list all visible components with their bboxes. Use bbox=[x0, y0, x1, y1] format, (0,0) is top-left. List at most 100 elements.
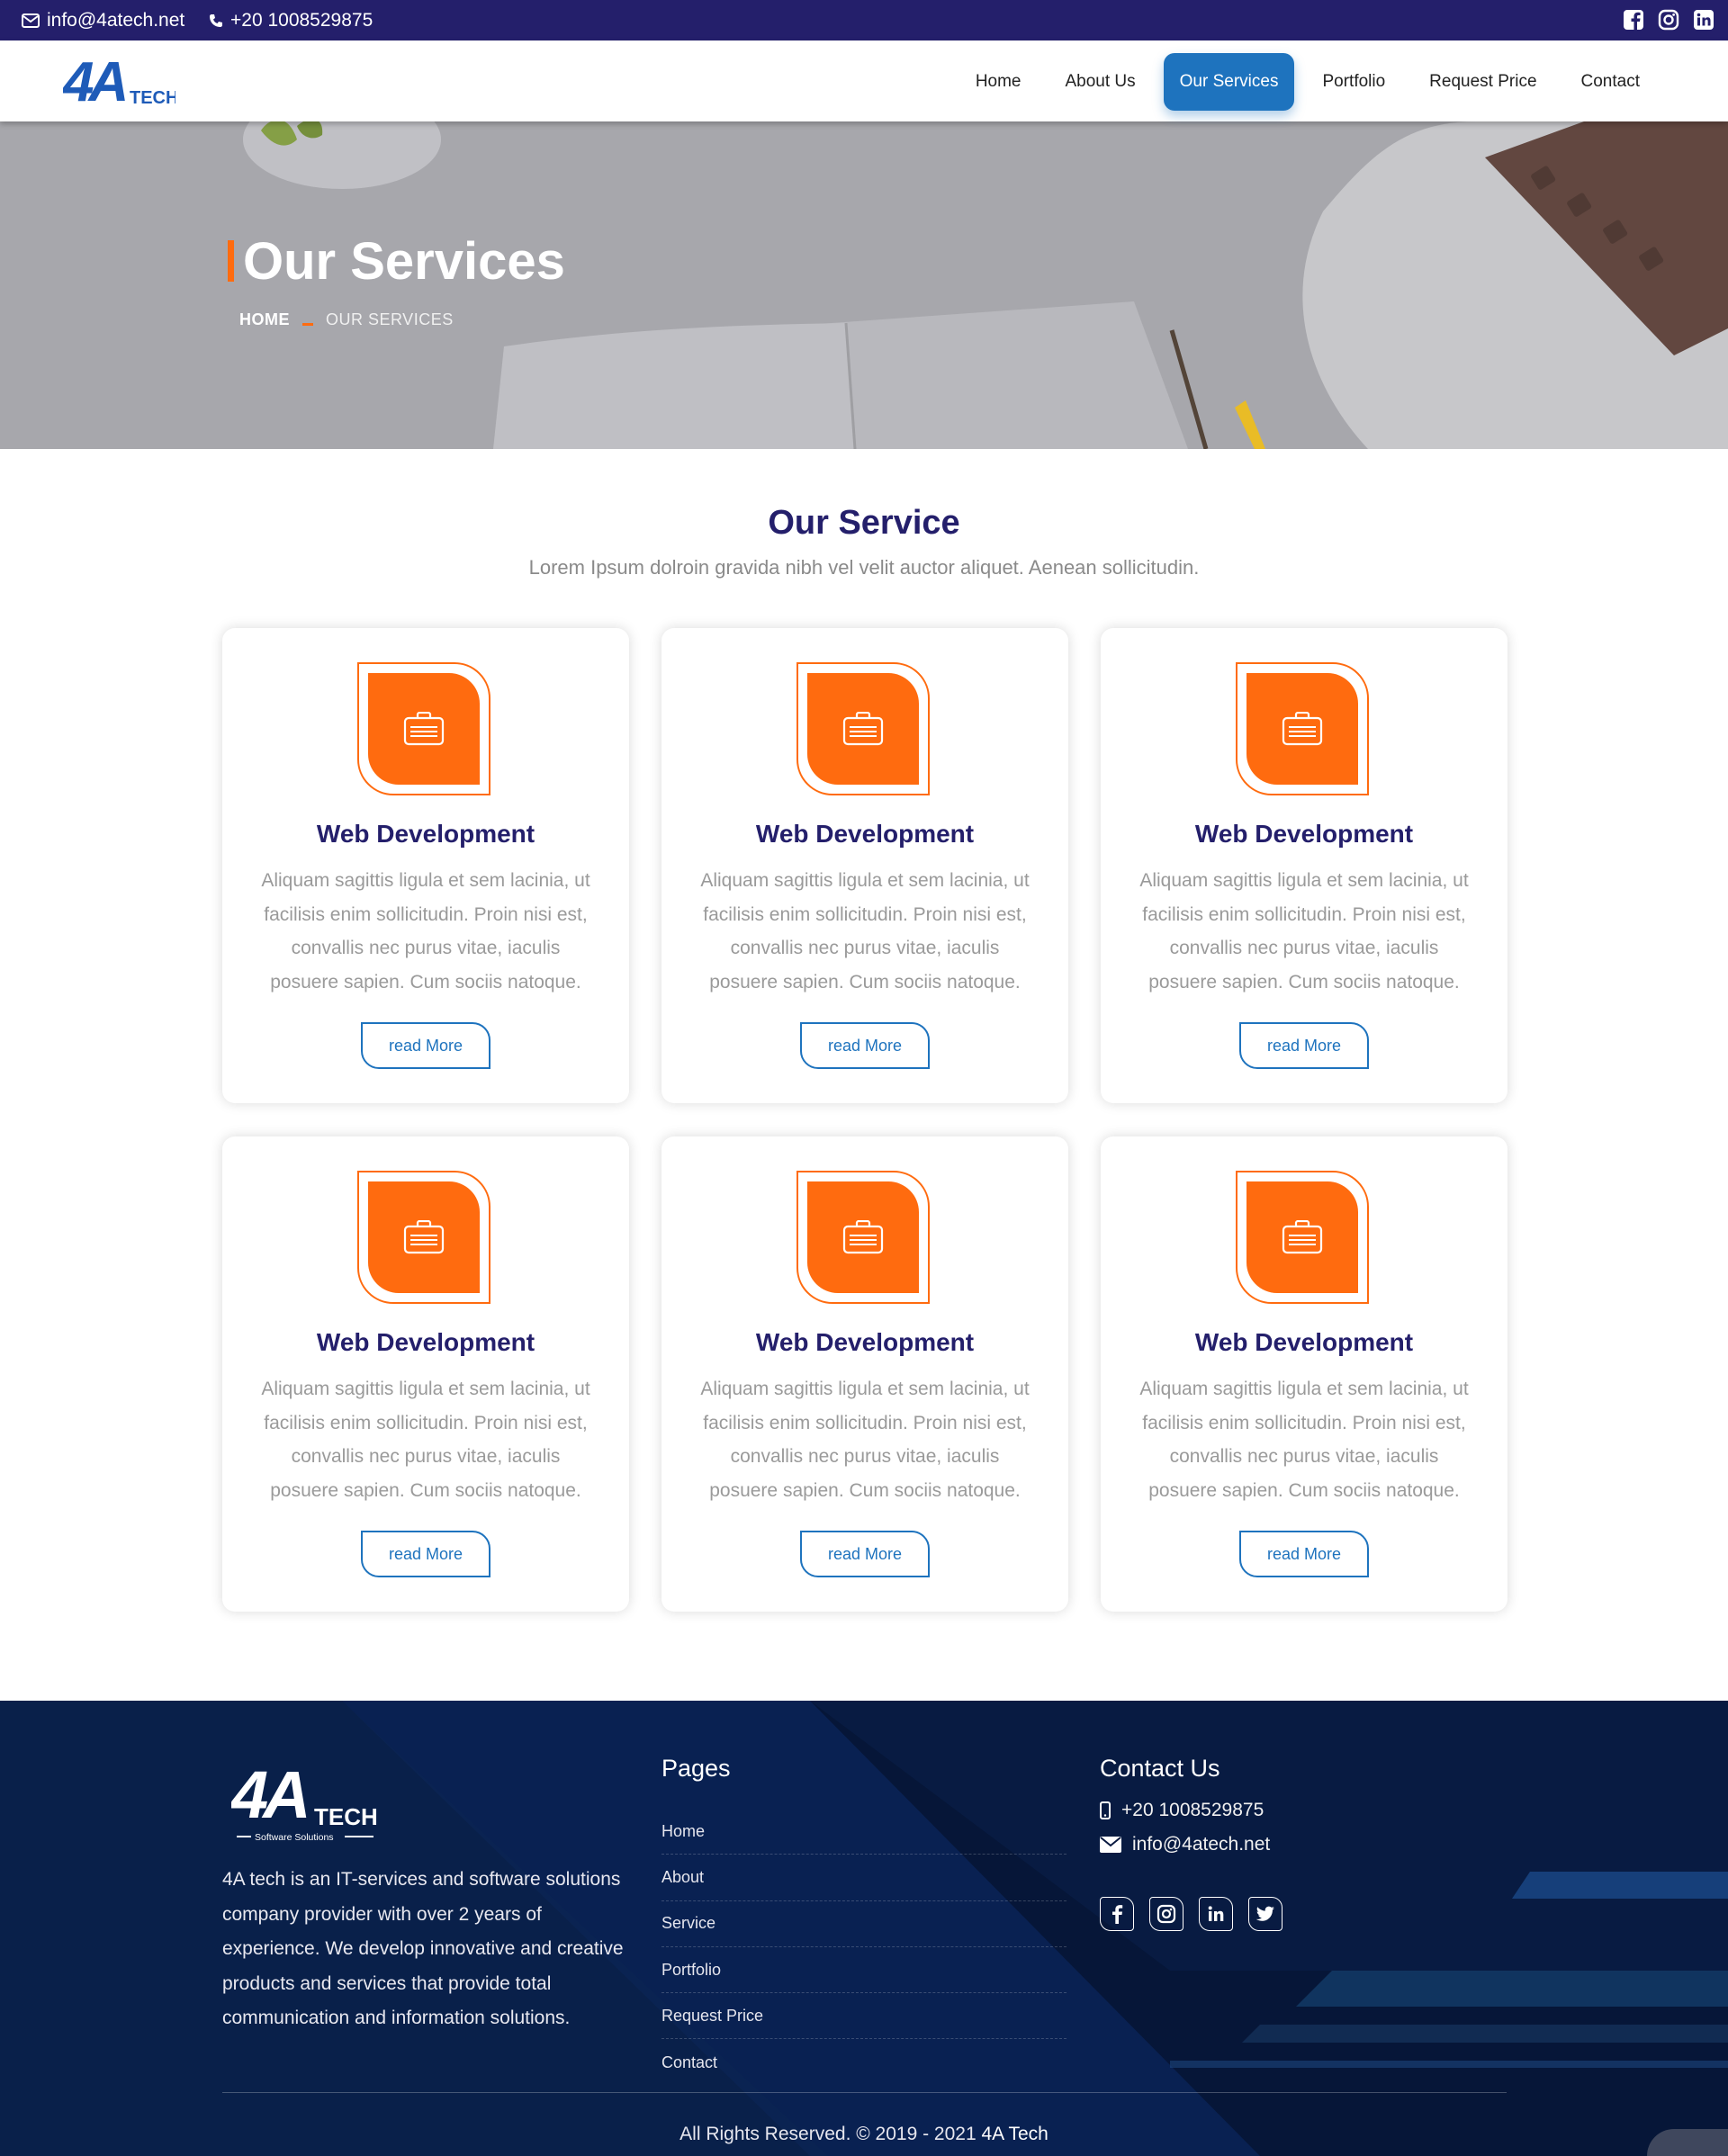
service-card-title: Web Development bbox=[755, 820, 975, 848]
service-icon bbox=[368, 1181, 480, 1293]
service-card-text: Aliquam sagittis ligula et sem lacinia, … bbox=[261, 1379, 590, 1501]
footer-link-about[interactable]: About bbox=[662, 1855, 1066, 1901]
service-icon-frame bbox=[1236, 662, 1369, 795]
envelope-icon bbox=[22, 13, 40, 28]
service-card: Web Development Aliquam sagittis ligula e… bbox=[1101, 628, 1508, 1103]
service-card-title: Web Development bbox=[755, 1328, 975, 1356]
instagram-icon[interactable] bbox=[1658, 9, 1679, 31]
facebook-icon[interactable] bbox=[1623, 9, 1644, 31]
topbar-email[interactable]: info@4atech.net bbox=[22, 0, 184, 40]
briefcase-icon bbox=[1282, 712, 1323, 746]
service-icon bbox=[1246, 1181, 1358, 1293]
footer-social bbox=[1100, 1897, 1298, 1931]
read-more-button[interactable]: read More bbox=[1239, 1531, 1369, 1577]
logo-main-text: 4A bbox=[63, 54, 125, 112]
read-more-button[interactable]: read More bbox=[1239, 1022, 1369, 1069]
copyright-text: All Rights Reserved. © 2019 - 2021 bbox=[680, 2124, 976, 2144]
footer-logo-sub: TECH bbox=[314, 1803, 378, 1830]
footer-logo-tagline: Software Solutions bbox=[255, 1832, 334, 1843]
twitter-icon[interactable] bbox=[1248, 1897, 1282, 1931]
service-card-title: Web Development bbox=[316, 1328, 536, 1356]
top-bar: info@4atech.net +20 1008529875 bbox=[0, 0, 1728, 40]
read-more-button[interactable]: read More bbox=[361, 1022, 490, 1069]
logo-sub-text: TECH bbox=[130, 88, 176, 108]
copyright-brand[interactable]: 4A Tech bbox=[981, 2124, 1048, 2144]
service-card-title: Web Development bbox=[1194, 820, 1414, 848]
footer-link-contact[interactable]: Contact bbox=[662, 2039, 1066, 2085]
service-icon-frame bbox=[1236, 1171, 1369, 1304]
service-icon bbox=[368, 673, 480, 785]
read-more-button[interactable]: read More bbox=[800, 1022, 930, 1069]
service-icon-frame bbox=[357, 1171, 490, 1304]
nav-contact[interactable]: Contact bbox=[1565, 53, 1656, 111]
site-footer: 4A TECH Software Solutions 4A tech is an… bbox=[0, 1701, 1728, 2156]
briefcase-icon bbox=[403, 712, 445, 746]
instagram-icon[interactable] bbox=[1149, 1897, 1184, 1931]
services-subtitle: Lorem Ipsum dolroin gravida nibh vel vel… bbox=[528, 556, 1200, 579]
footer-link-portfolio[interactable]: Portfolio bbox=[662, 1947, 1066, 1994]
nav-home[interactable]: Home bbox=[959, 53, 1038, 111]
footer-about-text: 4A tech is an IT-services and software s… bbox=[222, 1869, 624, 2028]
breadcrumb: HOME OUR SERVICES bbox=[239, 310, 454, 329]
service-card-text: Aliquam sagittis ligula et sem lacinia, … bbox=[1139, 1379, 1469, 1501]
service-icon bbox=[807, 1181, 919, 1293]
briefcase-icon bbox=[842, 1220, 884, 1254]
nav-about-us[interactable]: About Us bbox=[1049, 53, 1152, 111]
briefcase-icon bbox=[1282, 1220, 1323, 1254]
footer-link-request-price[interactable]: Request Price bbox=[662, 1993, 1066, 2040]
service-card: Web Development Aliquam sagittis ligula e… bbox=[662, 628, 1068, 1103]
linkedin-icon[interactable] bbox=[1693, 9, 1714, 31]
site-header: 4A TECH Home About Us Our Services Portf… bbox=[0, 40, 1728, 121]
footer-divider bbox=[222, 2092, 1507, 2093]
topbar-phone-text: +20 1008529875 bbox=[230, 9, 374, 31]
service-card-text: Aliquam sagittis ligula et sem lacinia, … bbox=[700, 1379, 1030, 1501]
nav-request-price[interactable]: Request Price bbox=[1413, 53, 1552, 111]
footer-contact-title: Contact Us bbox=[1100, 1755, 1220, 1782]
footer-phone[interactable]: +20 1008529875 bbox=[1100, 1800, 1264, 1821]
breadcrumb-home[interactable]: HOME bbox=[239, 310, 290, 329]
breadcrumb-current: OUR SERVICES bbox=[326, 310, 454, 328]
service-icon-frame bbox=[796, 662, 930, 795]
main-nav: Home About Us Our Services Portfolio Req… bbox=[948, 53, 1656, 111]
title-accent-bar bbox=[228, 240, 234, 282]
topbar-social bbox=[1623, 9, 1728, 31]
page-title-text: Our Services bbox=[243, 231, 565, 291]
facebook-icon[interactable] bbox=[1100, 1897, 1134, 1931]
briefcase-icon bbox=[842, 712, 884, 746]
copyright: All Rights Reserved. © 2019 - 2021 4A Te… bbox=[0, 2124, 1728, 2145]
service-card-text: Aliquam sagittis ligula et sem lacinia, … bbox=[261, 870, 590, 993]
nav-portfolio[interactable]: Portfolio bbox=[1306, 53, 1401, 111]
service-card-text: Aliquam sagittis ligula et sem lacinia, … bbox=[1139, 870, 1469, 993]
footer-logo-main: 4A bbox=[231, 1757, 307, 1832]
phone-icon bbox=[210, 13, 222, 27]
read-more-button[interactable]: read More bbox=[361, 1531, 490, 1577]
footer-pages-title: Pages bbox=[662, 1755, 731, 1782]
service-card-text: Aliquam sagittis ligula et sem lacinia, … bbox=[700, 870, 1030, 993]
footer-link-service[interactable]: Service bbox=[662, 1901, 1066, 1947]
service-card-title: Web Development bbox=[1194, 1328, 1414, 1356]
service-icon bbox=[807, 673, 919, 785]
footer-email-text: info@4atech.net bbox=[1132, 1834, 1271, 1855]
service-card: Web Development Aliquam sagittis ligula e… bbox=[662, 1136, 1068, 1612]
linkedin-icon[interactable] bbox=[1199, 1897, 1233, 1931]
service-card: Web Development Aliquam sagittis ligula e… bbox=[222, 628, 629, 1103]
read-more-button[interactable]: read More bbox=[800, 1531, 930, 1577]
site-logo[interactable]: 4A TECH bbox=[61, 51, 178, 113]
mobile-icon bbox=[1100, 1801, 1111, 1819]
topbar-email-text: info@4atech.net bbox=[47, 9, 185, 31]
service-card: Web Development Aliquam sagittis ligula e… bbox=[222, 1136, 629, 1612]
scroll-to-top-button[interactable] bbox=[1647, 2129, 1728, 2156]
service-card-title: Web Development bbox=[316, 820, 536, 848]
footer-email[interactable]: info@4atech.net bbox=[1100, 1834, 1270, 1855]
services-title: Our Service bbox=[768, 504, 960, 542]
service-icon-frame bbox=[796, 1171, 930, 1304]
footer-link-home[interactable]: Home bbox=[662, 1809, 1066, 1855]
service-icon-frame bbox=[357, 662, 490, 795]
topbar-phone[interactable]: +20 1008529875 bbox=[209, 0, 373, 40]
page-hero: Our Services HOME OUR SERVICES bbox=[0, 121, 1728, 449]
nav-our-services[interactable]: Our Services bbox=[1163, 53, 1295, 111]
footer-pages-list: Home About Service Portfolio Request Pri… bbox=[662, 1809, 1066, 2086]
footer-phone-text: +20 1008529875 bbox=[1121, 1800, 1264, 1820]
envelope-icon bbox=[1100, 1837, 1121, 1853]
footer-logo[interactable]: 4A TECH Software Solutions bbox=[230, 1755, 380, 1845]
